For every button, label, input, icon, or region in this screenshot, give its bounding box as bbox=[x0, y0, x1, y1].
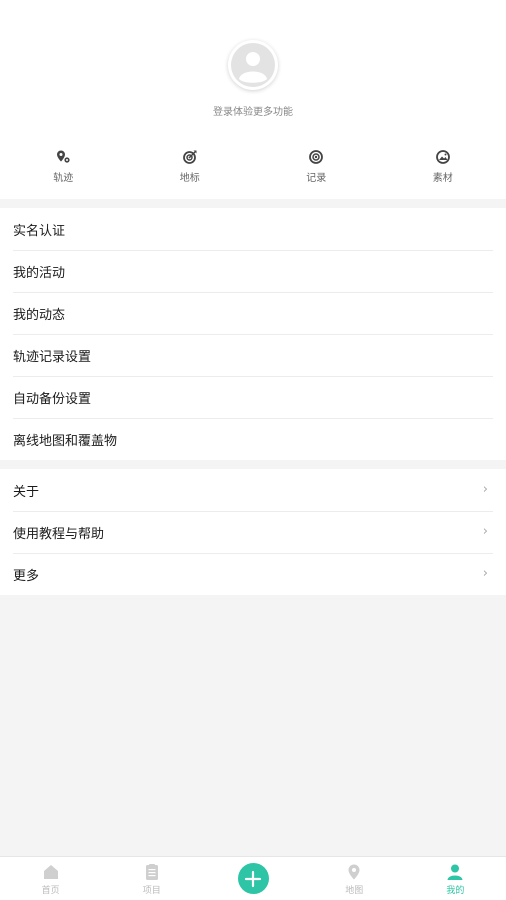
tab-label: 我的 bbox=[446, 886, 465, 896]
tab-home[interactable]: 首页 bbox=[0, 857, 101, 900]
quick-action-material[interactable]: 素材 bbox=[380, 138, 506, 199]
material-icon bbox=[435, 150, 450, 164]
menu-item-label: 轨迹记录设置 bbox=[13, 349, 92, 365]
tab-label: 地图 bbox=[345, 886, 364, 896]
user-icon bbox=[447, 864, 463, 880]
chevron-right-icon: › bbox=[482, 565, 488, 581]
plus-icon bbox=[244, 870, 262, 887]
menu-item-my-feed[interactable]: 我的动态 bbox=[0, 292, 506, 334]
menu-item-label: 使用教程与帮助 bbox=[13, 526, 105, 542]
avatar[interactable] bbox=[228, 40, 278, 90]
project-icon bbox=[145, 864, 158, 880]
menu-item-help[interactable]: 使用教程与帮助 › bbox=[0, 511, 506, 553]
menu-item-more[interactable]: 更多 › bbox=[0, 553, 506, 595]
tab-add[interactable] bbox=[202, 857, 303, 900]
menu-group-account: 实名认证 我的活动 我的动态 轨迹记录设置 自动备份设置 离线地图和覆盖物 bbox=[0, 208, 506, 460]
menu-item-about[interactable]: 关于 › bbox=[0, 469, 506, 511]
menu-item-label: 离线地图和覆盖物 bbox=[13, 433, 118, 449]
quick-action-label: 地标 bbox=[179, 173, 200, 184]
menu-item-offline-maps[interactable]: 离线地图和覆盖物 bbox=[0, 418, 506, 460]
bottom-tab-bar: 首页 项目 地图 我的 bbox=[0, 856, 506, 900]
record-icon bbox=[309, 150, 324, 164]
home-icon bbox=[43, 865, 58, 879]
menu-item-label: 自动备份设置 bbox=[13, 391, 92, 407]
map-pin-icon bbox=[348, 864, 360, 880]
menu-group-info: 关于 › 使用教程与帮助 › 更多 › bbox=[0, 469, 506, 595]
chevron-right-icon: › bbox=[482, 523, 488, 539]
profile-header: 登录体验更多功能 bbox=[0, 0, 506, 138]
tab-label: 首页 bbox=[41, 886, 60, 896]
menu-item-label: 更多 bbox=[13, 568, 40, 584]
login-hint[interactable]: 登录体验更多功能 bbox=[0, 103, 506, 118]
landmark-icon bbox=[182, 150, 197, 164]
menu-item-my-activities[interactable]: 我的活动 bbox=[0, 250, 506, 292]
tab-mine[interactable]: 我的 bbox=[405, 857, 506, 900]
menu-item-label: 我的活动 bbox=[13, 265, 66, 281]
menu-item-label: 我的动态 bbox=[13, 307, 66, 323]
track-icon bbox=[57, 150, 70, 163]
quick-action-track[interactable]: 轨迹 bbox=[0, 138, 127, 199]
quick-action-label: 记录 bbox=[306, 173, 327, 184]
quick-action-label: 素材 bbox=[432, 173, 453, 184]
menu-item-label: 关于 bbox=[13, 484, 40, 500]
tab-project[interactable]: 项目 bbox=[101, 857, 202, 900]
tab-map[interactable]: 地图 bbox=[304, 857, 405, 900]
tab-label: 项目 bbox=[142, 886, 161, 896]
quick-action-record[interactable]: 记录 bbox=[253, 138, 380, 199]
menu-item-real-name-auth[interactable]: 实名认证 bbox=[0, 208, 506, 250]
quick-actions: 轨迹 地标 记录 素材 bbox=[0, 138, 506, 199]
add-button[interactable] bbox=[237, 863, 269, 894]
quick-action-landmark[interactable]: 地标 bbox=[127, 138, 254, 199]
quick-action-label: 轨迹 bbox=[53, 173, 74, 184]
chevron-right-icon: › bbox=[482, 481, 488, 497]
default-avatar-icon bbox=[231, 43, 275, 87]
menu-item-label: 实名认证 bbox=[13, 223, 66, 239]
menu-item-track-settings[interactable]: 轨迹记录设置 bbox=[0, 334, 506, 376]
menu-item-backup-settings[interactable]: 自动备份设置 bbox=[0, 376, 506, 418]
